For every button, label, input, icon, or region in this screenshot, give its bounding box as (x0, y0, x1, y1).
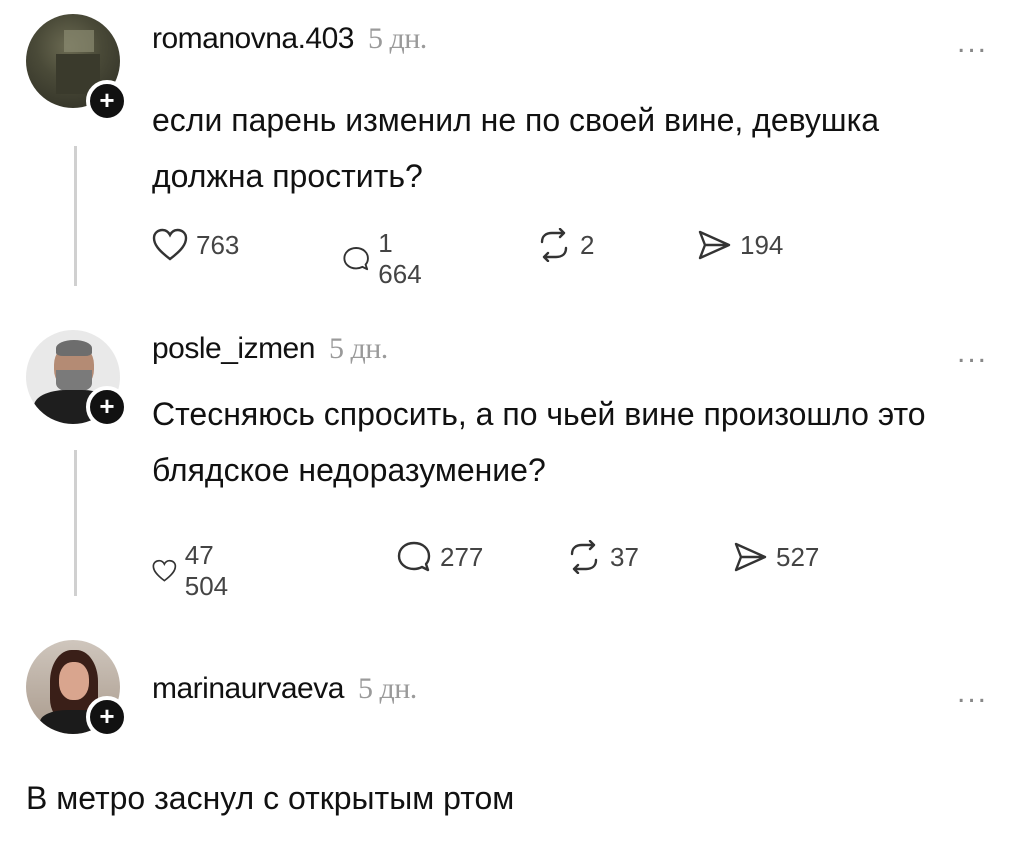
share-button[interactable]: 194 (696, 228, 783, 262)
comment-count: 277 (440, 541, 484, 572)
repost-count: 2 (580, 229, 595, 260)
send-icon (698, 230, 731, 260)
more-options-icon[interactable]: ... (957, 676, 988, 710)
comment-bubble-icon (343, 247, 369, 271)
more-options-icon[interactable]: ... (957, 26, 988, 60)
share-button[interactable]: 527 (732, 540, 819, 574)
repost-count: 37 (610, 541, 639, 572)
follow-plus-icon[interactable]: + (86, 386, 128, 428)
username[interactable]: marinaurvaeva (152, 672, 344, 705)
comment-button[interactable]: 1 664 (342, 228, 429, 290)
comment-button[interactable]: 277 (396, 540, 483, 574)
thread-line (74, 450, 77, 596)
heart-icon (152, 228, 188, 261)
more-options-icon[interactable]: ... (957, 336, 988, 370)
comment-count: 1 664 (378, 228, 422, 289)
like-count: 47 504 (184, 540, 229, 601)
caption: В метро заснул с открытым ртом (26, 780, 515, 816)
post-time: 5 дн. (357, 672, 417, 705)
share-count: 527 (776, 541, 820, 572)
thread-line (74, 146, 77, 286)
post-time: 5 дн. (367, 22, 427, 55)
post-time: 5 дн. (328, 332, 388, 365)
like-count: 763 (196, 229, 240, 260)
post-header: romanovna.403 5 дн. (152, 22, 427, 56)
post-header: marinaurvaeva 5 дн. (152, 672, 417, 706)
comment-bubble-icon (397, 541, 431, 572)
repost-icon (540, 228, 568, 262)
post-text: если парень изменил не по своей вине, де… (152, 102, 880, 194)
heart-icon (152, 559, 177, 582)
post-text: Стесняюсь спросить, а по чьей вине произ… (152, 396, 926, 488)
username[interactable]: posle_izmen (152, 332, 315, 365)
username[interactable]: romanovna.403 (152, 22, 354, 55)
follow-plus-icon[interactable]: + (86, 80, 128, 122)
repost-icon (570, 540, 598, 574)
follow-plus-icon[interactable]: + (86, 696, 128, 738)
share-count: 194 (740, 229, 784, 260)
like-button[interactable]: 47 504 (152, 540, 239, 602)
send-icon (734, 542, 767, 572)
repost-button[interactable]: 2 (536, 228, 594, 262)
like-button[interactable]: 763 (152, 228, 239, 262)
post-header: posle_izmen 5 дн. (152, 332, 388, 366)
repost-button[interactable]: 37 (566, 540, 639, 574)
